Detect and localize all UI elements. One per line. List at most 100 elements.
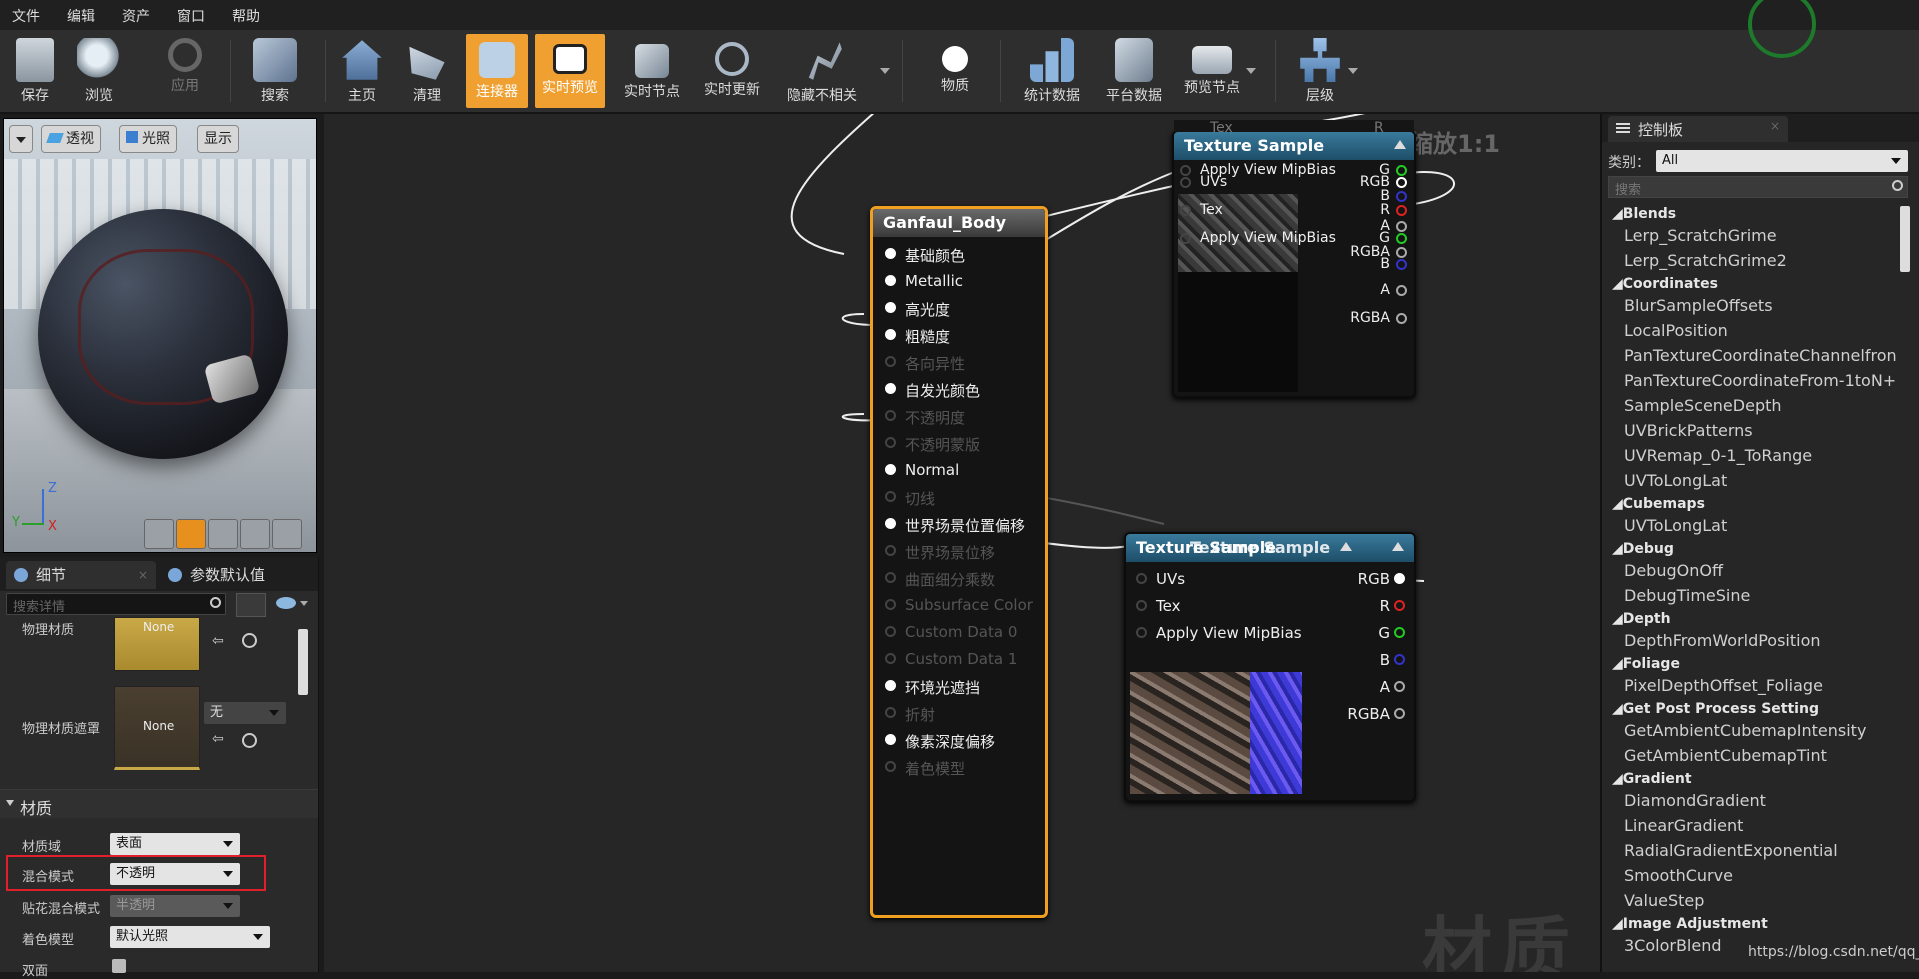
- palette-item[interactable]: UVBrickPatterns: [1624, 421, 1753, 440]
- output-pin[interactable]: [1394, 600, 1405, 611]
- input-pin[interactable]: [1180, 205, 1191, 216]
- menu-file[interactable]: 文件: [12, 6, 40, 26]
- palette-item[interactable]: UVRemap_0-1_ToRange: [1624, 446, 1812, 465]
- input-pin[interactable]: [885, 248, 896, 259]
- preview-plane-button[interactable]: [208, 519, 238, 549]
- phys-material-thumb[interactable]: None: [114, 617, 200, 671]
- viewport-menu-button[interactable]: [9, 125, 33, 153]
- connector-button[interactable]: 连接器: [466, 34, 528, 108]
- palette-item[interactable]: RadialGradientExponential: [1624, 841, 1838, 860]
- palette-item[interactable]: ValueStep: [1624, 891, 1704, 910]
- preview-cube-button[interactable]: [240, 519, 270, 549]
- input-pin[interactable]: [1180, 177, 1191, 188]
- two-sided-checkbox[interactable]: [112, 959, 126, 973]
- palette-item[interactable]: 3ColorBlend: [1624, 936, 1722, 955]
- stats-button[interactable]: 统计数据: [1016, 34, 1088, 108]
- palette-category[interactable]: ◢Foliage: [1612, 656, 1680, 672]
- input-pin[interactable]: [885, 599, 896, 610]
- palette-category[interactable]: ◢Depth: [1612, 611, 1671, 627]
- input-pin[interactable]: [885, 383, 896, 394]
- input-pin[interactable]: [885, 329, 896, 340]
- output-pin[interactable]: [1394, 627, 1405, 638]
- menu-edit[interactable]: 编辑: [67, 6, 95, 26]
- clean-button[interactable]: 清理: [392, 34, 462, 108]
- output-pin[interactable]: [1396, 259, 1407, 270]
- input-pin[interactable]: [885, 356, 896, 367]
- material-domain-dropdown[interactable]: 表面: [110, 833, 240, 855]
- browse-icon[interactable]: [242, 633, 257, 648]
- palette-category[interactable]: ◢Debug: [1612, 541, 1674, 557]
- category-dropdown[interactable]: All: [1656, 150, 1908, 172]
- collapse-arrow-icon[interactable]: [1340, 542, 1352, 551]
- preview-sphere-button[interactable]: [176, 519, 206, 549]
- use-selected-icon[interactable]: ⇦: [212, 731, 224, 747]
- output-pin[interactable]: [1394, 654, 1405, 665]
- palette-item[interactable]: DebugTimeSine: [1624, 586, 1750, 605]
- platform-stats-button[interactable]: 平台数据: [1098, 34, 1170, 108]
- blend-mode-dropdown[interactable]: 不透明: [110, 863, 240, 885]
- material-graph[interactable]: 缩放1:1 材质 Ganfaul_Body 基础颜色 Metallic 高光度 粗糙度…: [324, 114, 1600, 972]
- preview-node-dropdown-icon[interactable]: [1246, 68, 1256, 74]
- search-button[interactable]: 搜索: [240, 34, 310, 108]
- menu-window[interactable]: 窗口: [177, 6, 205, 26]
- tab-palette[interactable]: 控制板 ×: [1608, 116, 1788, 142]
- input-pin[interactable]: [885, 275, 896, 286]
- palette-item[interactable]: PixelDepthOffset_Foliage: [1624, 676, 1823, 695]
- palette-item[interactable]: Lerp_ScratchGrime2: [1624, 251, 1787, 270]
- input-pin[interactable]: [1136, 627, 1147, 638]
- hierarchy-dropdown-icon[interactable]: [1348, 68, 1358, 74]
- preview-node-button[interactable]: 预览节点: [1176, 34, 1248, 108]
- palette-category[interactable]: ◢Gradient: [1612, 771, 1692, 787]
- input-pin[interactable]: [885, 707, 896, 718]
- palette-category[interactable]: ◢Coordinates: [1612, 276, 1718, 292]
- preview-mesh-button[interactable]: [272, 519, 302, 549]
- input-pin[interactable]: [885, 491, 896, 502]
- menu-asset[interactable]: 资产: [122, 6, 150, 26]
- palette-item[interactable]: PanTextureCoordinateFrom-1toN+: [1624, 371, 1896, 390]
- palette-scrollbar[interactable]: [1900, 206, 1910, 272]
- shading-model-dropdown[interactable]: 默认光照: [110, 926, 270, 948]
- input-pin[interactable]: [1180, 233, 1191, 244]
- output-pin[interactable]: [1396, 221, 1407, 232]
- output-pin[interactable]: [1396, 165, 1407, 176]
- material-result-node[interactable]: Ganfaul_Body 基础颜色 Metallic 高光度 粗糙度 各向异性 自发光颜色…: [870, 206, 1048, 918]
- input-pin[interactable]: [1136, 573, 1147, 584]
- palette-item[interactable]: GetAmbientCubemapTint: [1624, 746, 1827, 765]
- palette-item[interactable]: GetAmbientCubemapIntensity: [1624, 721, 1866, 740]
- eye-dropdown-icon[interactable]: [300, 601, 308, 606]
- save-button[interactable]: 保存: [0, 34, 70, 108]
- lighting-button[interactable]: 光照: [119, 125, 177, 153]
- input-pin[interactable]: [885, 410, 896, 421]
- input-pin[interactable]: [885, 761, 896, 772]
- palette-category[interactable]: ◢Blends: [1612, 206, 1676, 222]
- palette-search-input[interactable]: 搜索: [1608, 176, 1908, 198]
- output-pin[interactable]: [1396, 313, 1407, 324]
- palette-item[interactable]: LocalPosition: [1624, 321, 1728, 340]
- close-icon[interactable]: ×: [138, 561, 148, 589]
- material-section-header[interactable]: 材质: [0, 789, 318, 818]
- perspective-button[interactable]: 透视: [41, 125, 101, 153]
- input-pin[interactable]: [885, 518, 896, 529]
- palette-item[interactable]: DebugOnOff: [1624, 561, 1723, 580]
- menu-help[interactable]: 帮助: [232, 6, 260, 26]
- input-pin[interactable]: [885, 545, 896, 556]
- home-button[interactable]: 主页: [327, 34, 397, 108]
- palette-category[interactable]: ◢Get Post Process Setting: [1612, 701, 1819, 717]
- input-pin[interactable]: [885, 464, 896, 475]
- texture-sample-node-top[interactable]: Tex R Texture Sample Apply View MipBias U…: [1172, 120, 1416, 398]
- collapse-arrow-icon[interactable]: [1392, 542, 1404, 551]
- view-options-icon[interactable]: [236, 593, 266, 617]
- palette-category[interactable]: ◢Cubemaps: [1612, 496, 1705, 512]
- output-pin[interactable]: [1394, 681, 1405, 692]
- palette-category[interactable]: ◢Image Adjustment: [1612, 916, 1768, 932]
- preview-viewport[interactable]: 透视 光照 显示 Z Y X: [3, 118, 317, 553]
- input-pin[interactable]: [885, 653, 896, 664]
- output-pin[interactable]: [1394, 708, 1405, 719]
- palette-item[interactable]: DepthFromWorldPosition: [1624, 631, 1821, 650]
- output-pin[interactable]: [1396, 205, 1407, 216]
- palette-item[interactable]: LinearGradient: [1624, 816, 1743, 835]
- tab-details[interactable]: 细节 ×: [6, 561, 156, 589]
- input-pin[interactable]: [885, 626, 896, 637]
- input-pin[interactable]: [885, 734, 896, 745]
- preview-cylinder-button[interactable]: [144, 519, 174, 549]
